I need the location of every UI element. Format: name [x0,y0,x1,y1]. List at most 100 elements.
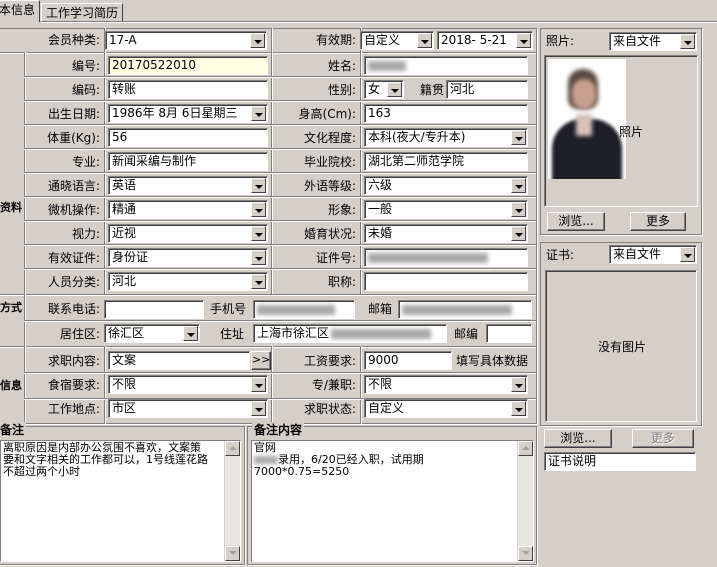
divider [24,244,536,245]
appearance-select[interactable]: 一般 [364,200,528,219]
district-select[interactable]: 徐汇区 [104,324,200,343]
chevron-down-icon[interactable] [511,226,526,241]
email-field[interactable] [398,300,532,319]
code-field[interactable]: 转账 [108,80,268,99]
notes-left-text: 离职原因是内部办公氛围不喜欢，文案策 要和文字相关的工作都可以，1号线莲花路 不… [3,441,208,478]
gender-select[interactable]: 女 [364,80,404,99]
certificate-browse-button[interactable]: 浏览... [544,429,612,448]
chevron-down-icon[interactable] [251,250,266,265]
vision-select[interactable]: 近视 [108,224,268,243]
redacted-text [257,304,335,315]
chevron-down-icon[interactable] [251,202,266,217]
chevron-down-icon[interactable] [680,34,695,49]
chevron-down-icon[interactable] [516,33,531,48]
photo-source-select[interactable]: 来自文件 [609,32,697,51]
divider [104,346,105,424]
board-select[interactable]: 不限 [108,375,268,394]
chevron-down-icon[interactable] [251,377,266,392]
job-status-select[interactable]: 自定义 [364,399,528,418]
job-status-label: 求职状态: [303,402,356,416]
divider [24,196,536,197]
chevron-down-icon[interactable] [251,178,266,193]
certificate-source-select[interactable]: 来自文件 [609,245,697,264]
divider [24,268,536,269]
postcode-field[interactable] [486,324,532,343]
job-title-field[interactable] [364,272,528,291]
language-level-select[interactable]: 六级 [364,176,528,195]
scrollbar[interactable] [224,441,240,561]
tab-divider [41,21,717,22]
person-photo [548,59,626,179]
scroll-up-icon[interactable] [518,441,533,456]
employment-type-select[interactable]: 不限 [364,375,528,394]
postcode-label: 邮编 [454,327,479,341]
scroll-down-icon[interactable] [518,546,533,561]
chevron-down-icon[interactable] [511,377,526,392]
redacted-text [368,60,406,71]
school-field[interactable]: 湖北第二师范学院 [364,152,528,171]
mobile-field[interactable] [253,300,355,319]
certificate-number-field[interactable] [364,248,528,267]
height-label: 身高(Cm): [298,107,356,121]
education-select[interactable]: 本科(夜大/专升本) [364,128,528,147]
scroll-down-icon[interactable] [225,546,240,561]
validity-date-picker[interactable]: 2018- 5-21 [437,31,533,50]
native-field[interactable]: 河北 [446,80,528,99]
gender-label: 性别: [327,83,356,97]
language-select[interactable]: 英语 [108,176,268,195]
marital-select[interactable]: 未婚 [364,224,528,243]
chevron-down-icon[interactable] [680,247,695,262]
major-field[interactable]: 新闻采编与制作 [108,152,268,171]
chevron-down-icon[interactable] [251,401,266,416]
category-select[interactable]: 河北 [108,272,268,291]
weight-field[interactable]: 56 [108,128,268,147]
chevron-down-icon[interactable] [251,226,266,241]
id-document-select[interactable]: 身份证 [108,248,268,267]
chevron-down-icon[interactable] [250,33,265,48]
chevron-down-icon[interactable] [511,401,526,416]
notes-right-title: 备注内容 [252,422,305,438]
id-field[interactable]: 20170522010 [108,56,268,75]
height-field[interactable]: 163 [364,104,528,123]
chevron-down-icon[interactable] [511,130,526,145]
divider [360,346,361,424]
address-label: 住址 [220,327,245,341]
chevron-down-icon[interactable] [387,82,402,97]
tab-basic-info[interactable]: 本信息 [0,0,41,22]
photo-browse-button[interactable]: 浏览... [547,212,605,231]
chevron-down-icon[interactable] [251,106,266,121]
chevron-down-icon[interactable] [511,178,526,193]
birth-date-picker[interactable]: 1986年 8月 6日星期三 [108,104,268,123]
certificate-description-field[interactable]: 证书说明 [544,452,696,471]
address-field[interactable]: 上海市徐汇区 [253,324,447,343]
notes-left-memo[interactable]: 离职原因是内部办公氛围不喜欢，文案策 要和文字相关的工作都可以，1号线莲花路 不… [0,440,241,562]
section-label-basic: 资料 [0,201,22,214]
chevron-down-icon[interactable] [251,274,266,289]
salary-field[interactable]: 9000 [364,351,452,370]
chevron-down-icon[interactable] [417,33,432,48]
chevron-down-icon[interactable] [183,326,198,341]
tab-work-history[interactable]: 工作学习简历 [41,3,124,21]
certificate-more-button[interactable]: 更多 [632,429,694,448]
notes-right-memo[interactable]: 官网 录用，6/20已经入职，试用期 7000*0.75=5250 [251,440,534,562]
major-label: 专业: [71,155,100,169]
computer-skill-select[interactable]: 精通 [108,200,268,219]
employment-type-label: 专/兼职: [311,378,356,392]
name-field[interactable] [364,56,528,75]
job-title-label: 职称: [327,275,356,289]
validity-mode-select[interactable]: 自定义 [360,31,434,50]
name-label: 姓名: [327,59,356,73]
work-place-select[interactable]: 市区 [108,399,268,418]
job-wanted-field[interactable]: 文案 [108,351,250,370]
scrollbar[interactable] [517,441,533,561]
phone-label: 联系电话: [47,302,100,316]
chevron-down-icon[interactable] [511,202,526,217]
divider [0,346,536,347]
member-type-select[interactable]: 17-A [105,31,267,50]
photo-more-button[interactable]: 更多 [630,212,686,231]
tab-strip: 本信息 工作学习简历 [0,0,717,22]
phone-field[interactable] [104,300,204,319]
job-wanted-more-button[interactable]: >> [251,351,271,370]
scroll-up-icon[interactable] [225,441,240,456]
redacted-text [254,456,278,464]
